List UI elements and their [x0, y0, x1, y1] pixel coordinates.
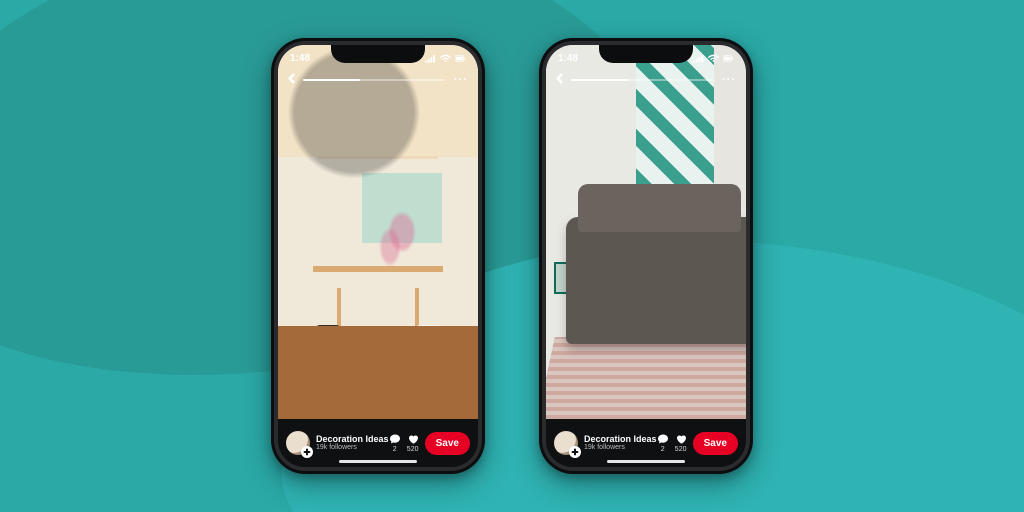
story-top-bar: ···	[546, 71, 746, 89]
more-options-button[interactable]: ···	[452, 74, 470, 86]
home-indicator[interactable]	[339, 460, 417, 463]
photo-element	[566, 217, 746, 344]
story-top-bar: ···	[278, 71, 478, 89]
heart-icon	[407, 433, 419, 445]
cellular-icon	[425, 54, 436, 63]
cellular-icon	[693, 54, 704, 63]
phone-mockup-right: 1:48 ···	[539, 38, 753, 474]
back-button[interactable]	[286, 71, 297, 89]
reactions-count: 520	[407, 446, 419, 453]
wifi-icon	[708, 54, 719, 63]
author-followers: 19k followers	[584, 444, 645, 451]
device-notch	[599, 45, 693, 63]
save-button[interactable]: Save	[693, 432, 738, 455]
author-block[interactable]: Decoration Ideas 19k followers	[316, 435, 377, 452]
back-button[interactable]	[554, 71, 565, 89]
home-indicator[interactable]	[607, 460, 685, 463]
phone-screen: 1:48 ···	[278, 45, 478, 467]
wifi-icon	[440, 54, 451, 63]
comments-button[interactable]: 2	[389, 433, 401, 453]
status-icons	[693, 54, 734, 63]
comments-button[interactable]: 2	[657, 433, 669, 453]
photo-living-room	[546, 45, 746, 419]
reactions-button[interactable]: 520	[407, 433, 419, 453]
battery-icon	[723, 54, 734, 63]
author-followers: 19k followers	[316, 444, 377, 451]
author-block[interactable]: Decoration Ideas 19k followers	[584, 435, 645, 452]
pin-image[interactable]	[278, 45, 478, 419]
device-notch	[331, 45, 425, 63]
photo-element	[314, 325, 342, 363]
comment-icon	[389, 433, 401, 445]
reactions-button[interactable]: 520	[675, 433, 687, 453]
follow-plus-icon[interactable]	[569, 446, 581, 458]
author-name: Decoration Ideas	[316, 435, 377, 444]
author-avatar[interactable]	[286, 431, 310, 455]
photo-kitchen-dining	[278, 45, 478, 419]
status-time: 1:48	[558, 53, 578, 64]
save-button[interactable]: Save	[425, 432, 470, 455]
author-name: Decoration Ideas	[584, 435, 645, 444]
phone-screen: 1:48 ···	[546, 45, 746, 467]
comment-icon	[657, 433, 669, 445]
promo-canvas: 1:48 ···	[0, 0, 1024, 512]
story-progress-bar[interactable]	[303, 79, 446, 81]
photo-element	[414, 325, 442, 363]
photo-element	[546, 337, 746, 419]
pin-image[interactable]	[546, 45, 746, 419]
comments-count: 2	[661, 446, 665, 453]
reactions-count: 520	[675, 446, 687, 453]
phone-pair: 1:48 ···	[0, 0, 1024, 512]
battery-icon	[455, 54, 466, 63]
author-avatar[interactable]	[554, 431, 578, 455]
heart-icon	[675, 433, 687, 445]
more-options-button[interactable]: ···	[720, 74, 738, 86]
follow-plus-icon[interactable]	[301, 446, 313, 458]
status-time: 1:48	[290, 53, 310, 64]
story-progress-bar[interactable]	[571, 79, 714, 81]
comments-count: 2	[393, 446, 397, 453]
status-icons	[425, 54, 466, 63]
phone-mockup-left: 1:48 ···	[271, 38, 485, 474]
